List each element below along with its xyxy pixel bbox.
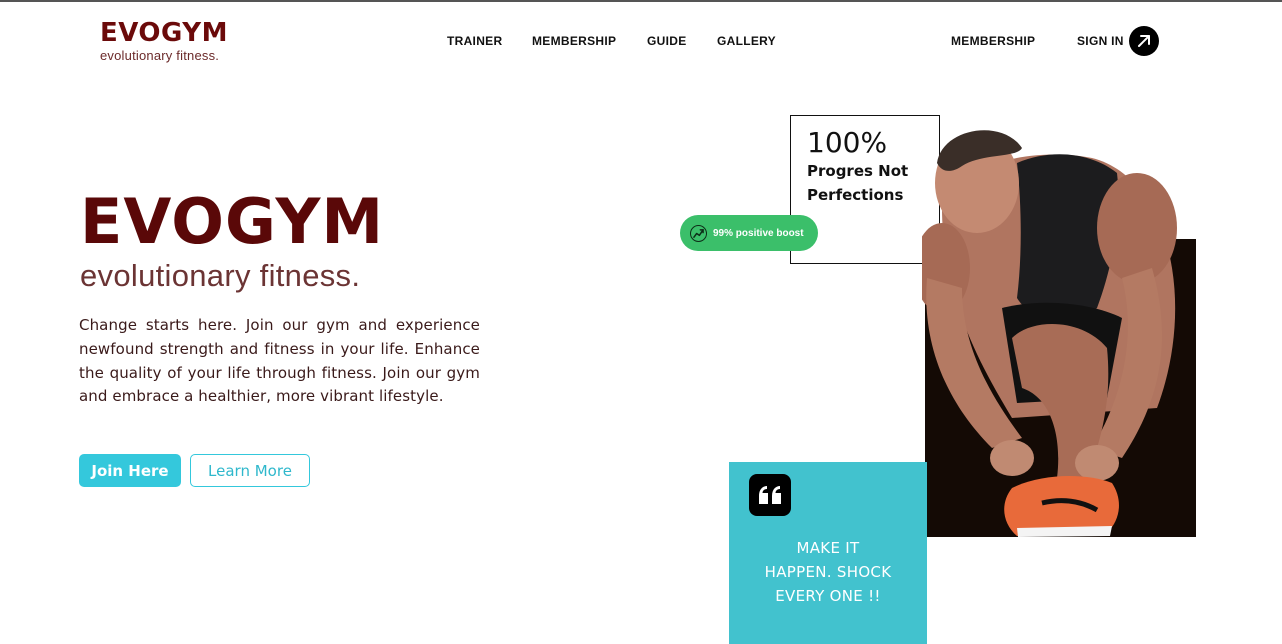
learn-more-button[interactable]: Learn More	[190, 454, 310, 487]
header-logo[interactable]: EVOGYM evolutionary fitness.	[100, 18, 228, 63]
boost-text: 99% positive boost	[713, 227, 804, 239]
header-membership-link[interactable]: MEMBERSHIP	[951, 34, 1035, 48]
arrow-up-right-icon[interactable]	[1129, 26, 1159, 56]
trending-up-icon	[690, 224, 707, 242]
quote-line-3: EVERY ONE !!	[775, 587, 881, 605]
hero-description: Change starts here. Join our gym and exp…	[79, 316, 480, 406]
athlete-photo	[922, 130, 1177, 537]
logo-wordmark: EVOGYM	[100, 18, 228, 48]
hero-logo: EVOGYM evolutionary fitness.	[80, 186, 384, 294]
stat-value: 100%	[807, 126, 888, 159]
logo-tagline: evolutionary fitness.	[100, 48, 220, 63]
quote-icon	[749, 474, 791, 516]
motivation-quote-card: MAKE IT HAPPEN. SHOCK EVERY ONE !!	[729, 462, 927, 644]
nav-guide[interactable]: GUIDE	[647, 34, 687, 48]
quote-text: MAKE IT HAPPEN. SHOCK EVERY ONE !!	[729, 536, 927, 608]
quote-line-2: HAPPEN. SHOCK	[764, 563, 892, 581]
sign-in-link[interactable]: SIGN IN	[1077, 34, 1124, 48]
nav-trainer[interactable]: TRAINER	[447, 34, 502, 48]
nav-gallery[interactable]: GALLERY	[717, 34, 776, 48]
hero-subtitle: evolutionary fitness.	[80, 258, 361, 293]
hero-title: EVOGYM	[80, 185, 385, 258]
stat-line-1: Progres Not	[807, 162, 909, 180]
nav-membership[interactable]: MEMBERSHIP	[532, 34, 616, 48]
stat-line-2: Perfections	[807, 186, 904, 204]
top-border	[0, 0, 1282, 2]
quote-line-1: MAKE IT	[796, 539, 860, 557]
join-here-button[interactable]: Join Here	[79, 454, 181, 487]
positive-boost-badge: 99% positive boost	[680, 215, 818, 251]
